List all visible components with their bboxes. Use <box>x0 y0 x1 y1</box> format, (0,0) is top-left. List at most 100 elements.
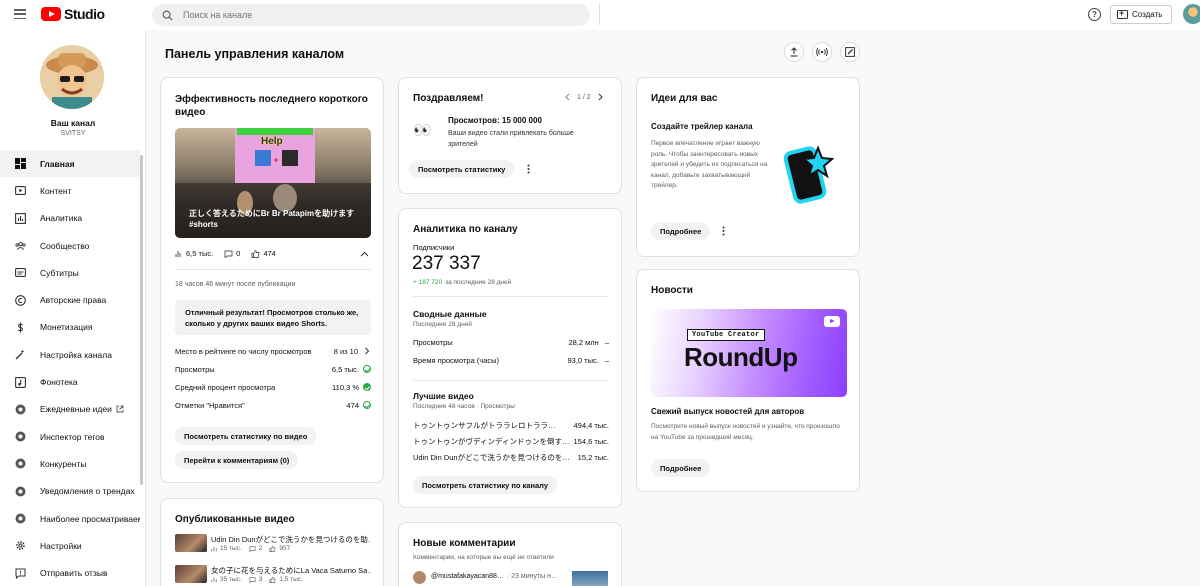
video-comments: 2 <box>258 545 263 552</box>
analytics-icon <box>15 212 26 224</box>
subscribers-delta: + 187 720 <box>413 279 443 286</box>
upload-button[interactable] <box>784 42 804 62</box>
row-value: 8 из 10 <box>333 346 358 356</box>
help-icon[interactable]: ? <box>1088 8 1101 21</box>
video-views: 15 тыс. <box>220 545 242 552</box>
more-vert-icon[interactable] <box>527 164 530 174</box>
rank-row[interactable]: Место в рейтинге по числу просмотров 8 и… <box>175 344 371 358</box>
banner-big-text: RoundUp <box>684 342 798 372</box>
views-chart-icon <box>211 546 217 551</box>
chevron-right-icon[interactable] <box>597 93 604 101</box>
sidebar-item-label: Сообщество <box>40 240 90 251</box>
content-icon <box>15 185 26 196</box>
summary-views-row: Просмотры 28,2 млн – <box>413 335 609 349</box>
sidebar-item-content[interactable]: Контент <box>0 177 140 204</box>
customization-icon <box>15 349 26 360</box>
sidebar-item-dashboard[interactable]: Главная <box>0 150 140 178</box>
sidebar-item-daily-ideas[interactable]: Ежедневные идеи <box>0 396 140 423</box>
sidebar-item-competitors[interactable]: Конкуренты <box>0 450 140 477</box>
view-stats-button[interactable]: Посмотреть статистику <box>409 160 515 178</box>
go-to-comments-button[interactable]: Перейти к комментариям (0) <box>175 451 299 469</box>
go-live-button[interactable] <box>812 42 832 62</box>
studio-logo[interactable]: Studio <box>41 6 105 22</box>
views-row: Просмотры 6,5 тыс. <box>175 362 371 376</box>
sidebar-item-settings[interactable]: Настройки <box>0 532 140 559</box>
short-thumbnail[interactable]: + Help 正しく答えるためにBr Br Patapimを助けます #shor… <box>175 128 371 238</box>
sidebar-item-audio-library[interactable]: Фонотека <box>0 368 140 395</box>
pager-text: 1 / 2 <box>577 93 591 101</box>
table-row[interactable]: Udin Din Dunがどこで洗うかを見つけるのを… 15,2 тыс. <box>413 450 609 464</box>
sidebar-item-most-viewed[interactable]: Наиболее просматриваемые <box>0 505 140 532</box>
video-likes: 1,5 тыс. <box>279 576 303 583</box>
channel-avatar[interactable] <box>40 45 104 109</box>
card-title: Поздравляем! <box>413 93 484 104</box>
subscribers-delta-row: + 187 720 за последние 28 дней <box>413 279 511 286</box>
short-views: 6,5 тыс. <box>186 249 214 258</box>
row-label: Средний процент просмотра <box>175 382 276 392</box>
since-published: 18 часов 46 минут после публикации <box>175 281 296 288</box>
check-circle-icon <box>363 365 371 373</box>
youtube-mini-logo-icon <box>824 316 840 327</box>
sidebar-item-label: Контент <box>40 185 72 196</box>
sidebar-item-community[interactable]: Сообщество <box>0 232 140 259</box>
sidebar-item-feedback[interactable]: Отправить отзыв <box>0 559 140 586</box>
feedback-icon <box>15 568 26 579</box>
avatar-illustration-icon <box>40 45 104 109</box>
top-bar: Studio ? Создать <box>0 0 1200 30</box>
table-row[interactable]: トゥントゥンサフルがトララレロトララ… 494,4 тыс. <box>413 418 609 432</box>
banner-small-text: YouTube Creator <box>687 329 765 341</box>
sidebar-item-customization[interactable]: Настройка канала <box>0 341 140 368</box>
check-filled-icon <box>363 383 371 391</box>
chevron-left-icon[interactable] <box>564 93 571 101</box>
table-row[interactable]: トゥントゥンがヴディンディンドゥンを倒す… 154,6 тыс. <box>413 434 609 448</box>
create-post-button[interactable] <box>840 42 860 62</box>
sidebar-scrollbar[interactable] <box>140 155 143 485</box>
sidebar-item-trend-alerts[interactable]: Уведомления о трендах <box>0 478 140 505</box>
row-label: Время просмотра (часы) <box>413 355 500 365</box>
search-input[interactable] <box>183 10 563 20</box>
eyes-emoji-icon: 👀 <box>413 122 432 139</box>
sidebar-item-subtitles[interactable]: Субтитры <box>0 259 140 286</box>
row-label: Udin Din Dunがどこで洗うかを見つけるのを… <box>413 452 570 462</box>
chevron-right-icon <box>365 347 370 355</box>
comment-author[interactable]: @mustafakayacan88… <box>431 573 504 580</box>
performance-banner: Отличный результат! Просмотров столько ж… <box>175 300 371 335</box>
commenter-avatar[interactable] <box>413 571 426 584</box>
more-vert-icon[interactable] <box>722 226 725 236</box>
sidebar-item-copyright[interactable]: Авторские права <box>0 286 140 313</box>
account-avatar[interactable] <box>1183 4 1200 24</box>
row-trend: – <box>604 337 609 347</box>
video-stats-button[interactable]: Посмотреть статистику по видео <box>175 427 317 445</box>
menu-icon[interactable] <box>14 9 26 19</box>
likes-row: Отметки "Нравится" 474 <box>175 398 371 412</box>
roundup-banner[interactable]: YouTube Creator RoundUp <box>651 309 847 397</box>
sidebar-item-monetization[interactable]: Монетизация <box>0 314 140 341</box>
list-item[interactable]: 女の子に花を与えるためにLa Vaca Saturno Sa… 35 тыс. … <box>175 565 371 586</box>
published-videos-card: Опубликованные видео Udin Din Dunがどこで洗うか… <box>160 498 384 586</box>
short-comments: 0 <box>236 249 241 258</box>
row-trend: – <box>604 355 609 365</box>
create-video-icon <box>1117 8 1128 19</box>
video-views: 35 тыс. <box>220 576 242 583</box>
video-title: Udin Din Dunがどこで洗うかを見つけるのを助… <box>211 535 371 544</box>
news-more-button[interactable]: Подробнее <box>651 459 711 477</box>
search-bar[interactable] <box>152 4 590 26</box>
comment-video-thumbnail[interactable] <box>572 571 608 586</box>
channel-stats-button[interactable]: Посмотреть статистику по каналу <box>413 476 558 494</box>
sidebar-item-label: Монетизация <box>40 322 93 333</box>
svg-text:+: + <box>273 155 278 165</box>
row-label: Отметки "Нравится" <box>175 400 245 410</box>
list-item[interactable]: Udin Din Dunがどこで洗うかを見つけるのを助… 15 тыс. 2 9… <box>175 534 371 556</box>
ideas-more-button[interactable]: Подробнее <box>651 222 711 240</box>
row-value: 15,2 тыс. <box>577 452 609 462</box>
row-label: トゥントゥンがヴディンディンドゥンを倒す… <box>413 436 570 446</box>
sidebar-item-tag-inspector[interactable]: Инспектор тегов <box>0 423 140 450</box>
subscribers-count: 237 337 <box>412 253 481 274</box>
collapse-chevron-icon[interactable] <box>360 251 369 257</box>
news-desc: Посмотрите новый выпуск новостей и узнай… <box>651 423 840 441</box>
like-icon <box>269 545 276 552</box>
sidebar: Ваш канал SVITSY Главная Контент Аналити… <box>0 30 146 586</box>
sidebar-item-analytics[interactable]: Аналитика <box>0 205 140 232</box>
video-thumbnail <box>175 565 207 583</box>
create-button[interactable]: Создать <box>1110 5 1172 24</box>
